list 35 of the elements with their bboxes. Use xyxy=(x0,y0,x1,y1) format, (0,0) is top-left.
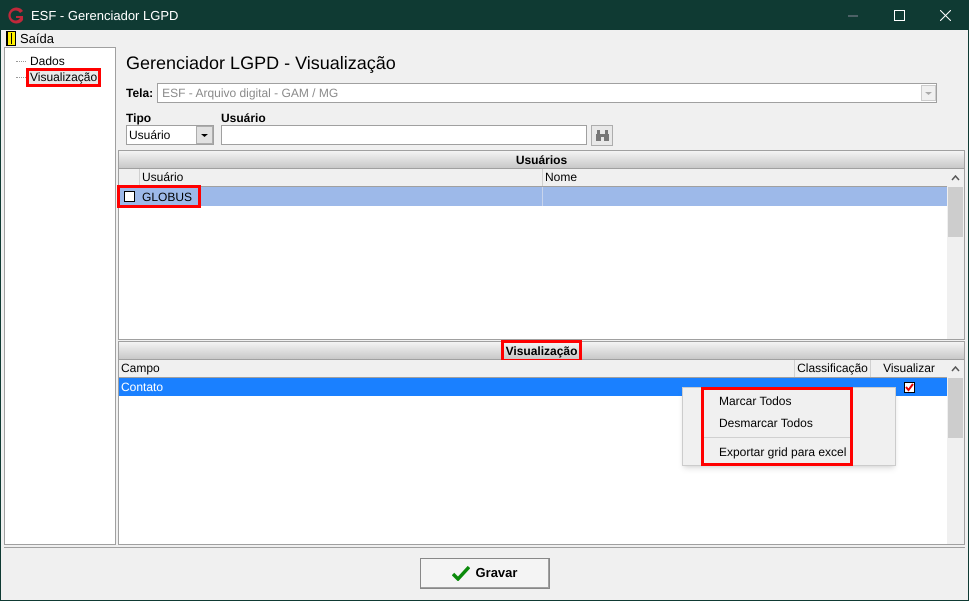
tipo-label: Tipo xyxy=(126,110,152,125)
context-menu-item[interactable]: Desmarcar Todos xyxy=(703,412,851,434)
door-icon xyxy=(6,31,16,46)
app-logo-icon xyxy=(7,6,25,24)
page-heading: Gerenciador LGPD - Visualização xyxy=(126,52,397,75)
scrollbar[interactable] xyxy=(947,169,964,339)
search-button[interactable] xyxy=(591,125,613,146)
usuario-input[interactable] xyxy=(221,125,587,145)
usuario-label: Usuário xyxy=(221,110,267,125)
column-header[interactable]: Usuário xyxy=(140,169,543,186)
table-cell-text: GLOBUS xyxy=(141,188,192,206)
checkmark-icon xyxy=(452,565,470,581)
column-header[interactable]: Campo xyxy=(119,360,795,377)
window-title: ESF - Gerenciador LGPD xyxy=(31,6,178,25)
context-menu-item[interactable]: Exportar grid para excel xyxy=(703,441,851,463)
row-checkbox[interactable] xyxy=(904,382,914,392)
column-header[interactable]: Visualizar xyxy=(871,360,947,377)
tree-item[interactable]: Visualização xyxy=(28,70,100,84)
close-icon xyxy=(940,10,950,21)
row-checkbox[interactable] xyxy=(124,191,135,202)
save-button[interactable]: Gravar xyxy=(420,558,550,588)
tipo-dropdown[interactable]: Usuário xyxy=(126,125,214,145)
binoculars-icon xyxy=(596,130,608,141)
table-cell-text: Contato xyxy=(120,379,164,396)
column-header[interactable]: Classificação xyxy=(795,360,871,377)
column-header[interactable]: Nome xyxy=(543,169,947,186)
scrollbar[interactable] xyxy=(947,360,964,544)
scroll-up-icon xyxy=(951,175,960,181)
section-title: Usuários xyxy=(514,152,568,168)
section-title: Visualização xyxy=(502,342,580,360)
scroll-up-icon xyxy=(951,366,960,372)
table-row[interactable]: GLOBUS xyxy=(119,187,947,206)
tree-item[interactable]: Dados xyxy=(28,54,67,68)
tela-label: Tela: xyxy=(126,85,154,102)
maximize-icon xyxy=(894,10,904,21)
